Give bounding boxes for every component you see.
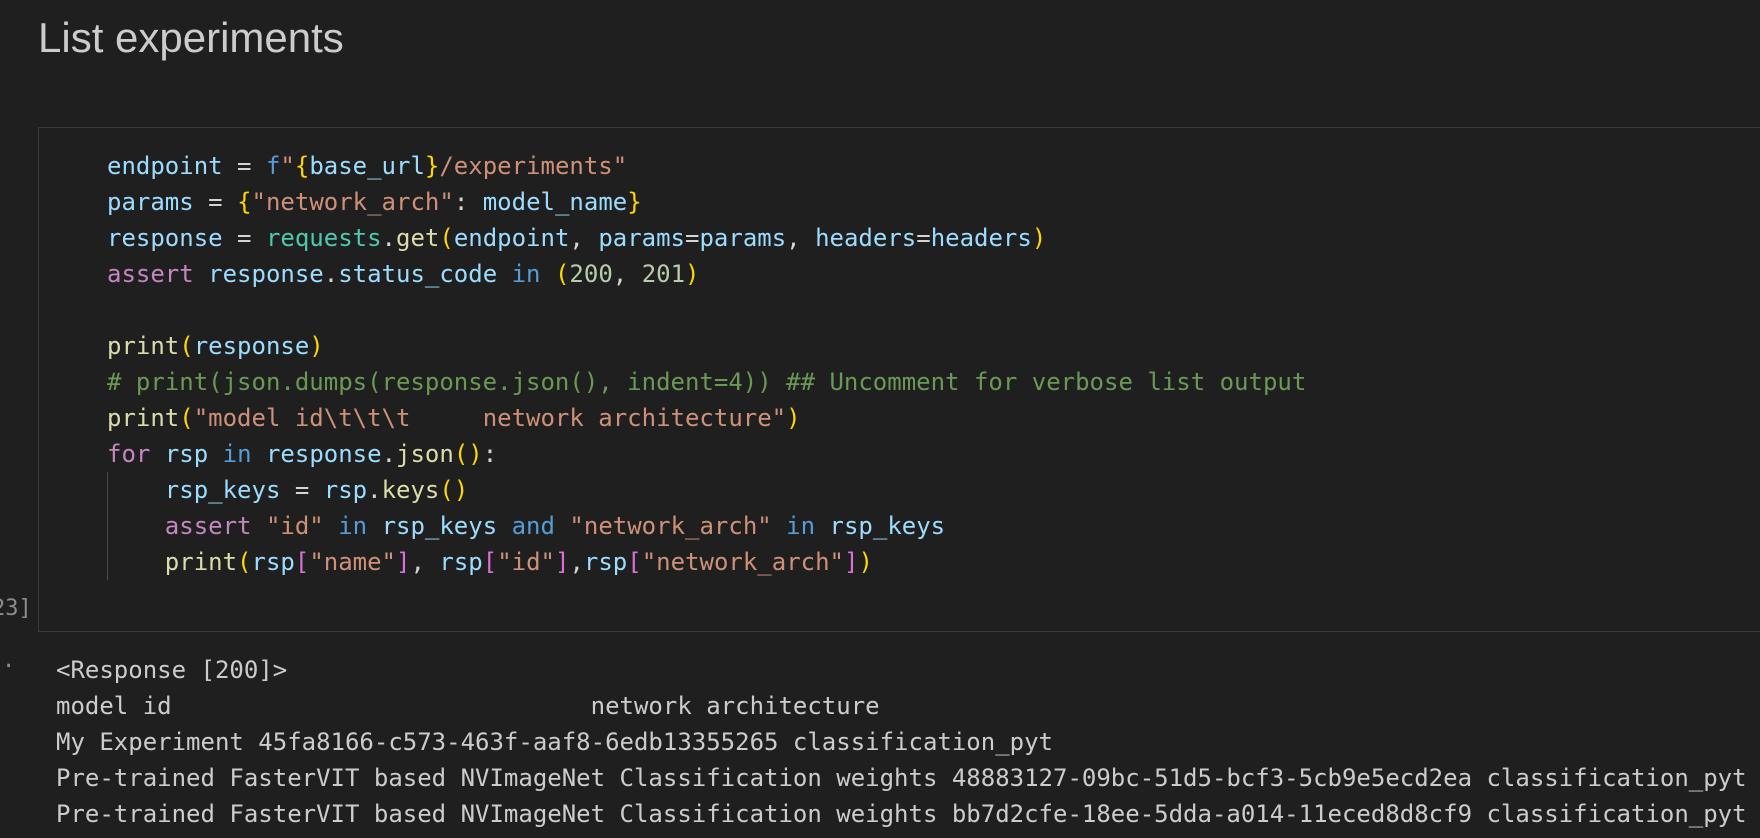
output-line: model id network architecture xyxy=(56,692,880,720)
code-line-10: rsp_keys = rsp.keys() xyxy=(164,476,469,504)
code-line-7: # print(json.dumps(response.json(), inde… xyxy=(107,368,1307,396)
cell-output: <Response [200]> model id network archite… xyxy=(56,652,1747,832)
output-marker: · xyxy=(2,654,16,679)
code-line-3: response = requests.get(endpoint, params… xyxy=(107,224,1047,252)
code-line-2: params = {"network_arch": model_name} xyxy=(107,188,642,216)
code-line-12: print(rsp["name"], rsp["id"],rsp["networ… xyxy=(164,548,873,576)
code-line-11: assert "id" in rsp_keys and "network_arc… xyxy=(164,512,946,540)
output-line: My Experiment 45fa8166-c573-463f-aaf8-6e… xyxy=(56,728,1053,756)
code-line-6: print(response) xyxy=(107,332,324,360)
section-heading: List experiments xyxy=(38,14,344,61)
code-cell[interactable]: endpoint = f"{base_url}/experiments"para… xyxy=(38,127,1760,632)
output-line: Pre-trained FasterVIT based NVImageNet C… xyxy=(56,800,1747,828)
code-line-1: endpoint = f"{base_url}/experiments" xyxy=(107,152,628,180)
output-line: <Response [200]> xyxy=(56,656,288,684)
code-line-9: for rsp in response.json(): xyxy=(107,440,498,468)
code-line-4: assert response.status_code in (200, 201… xyxy=(107,260,700,288)
execution-count: 23] xyxy=(0,596,32,621)
code-editor[interactable]: endpoint = f"{base_url}/experiments"para… xyxy=(107,148,1306,580)
code-line-8: print("model id\t\t\t network architectu… xyxy=(107,404,801,432)
output-line: Pre-trained FasterVIT based NVImageNet C… xyxy=(56,764,1747,792)
